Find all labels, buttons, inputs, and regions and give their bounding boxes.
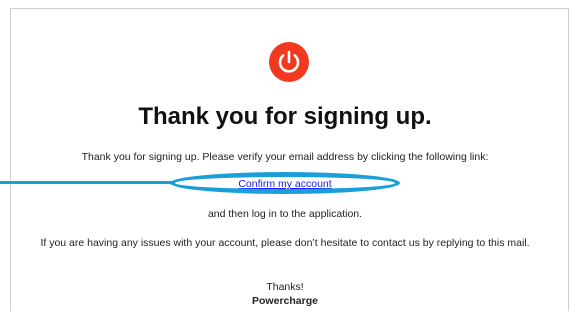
email-title: Thank you for signing up. xyxy=(138,103,432,130)
support-text: If you are having any issues with your a… xyxy=(40,237,530,249)
verify-instructions: Thank you for signing up. Please verify … xyxy=(81,151,489,163)
power-icon xyxy=(278,50,300,73)
link-highlight-ellipse xyxy=(170,172,400,194)
brand-logo xyxy=(269,42,309,82)
highlight-pointer-line xyxy=(0,181,172,184)
login-instruction: and then log in to the application. xyxy=(207,208,363,220)
sign-off: Thanks! xyxy=(266,281,304,293)
sender-name: Powercharge xyxy=(252,295,318,307)
